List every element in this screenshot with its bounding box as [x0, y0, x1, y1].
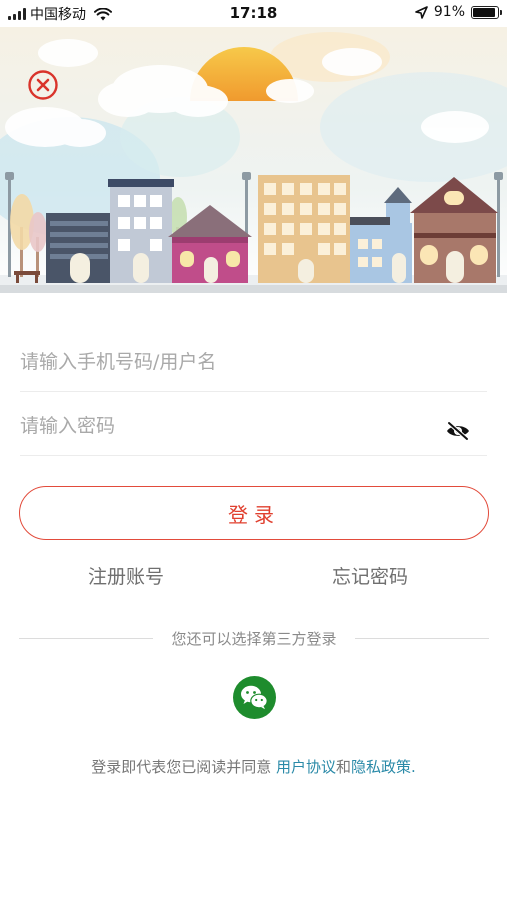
- status-right: 91%: [415, 4, 502, 20]
- location-arrow-icon: [415, 5, 428, 19]
- username-field-row: [20, 332, 487, 392]
- close-circle-icon[interactable]: [27, 69, 59, 101]
- agreement-suffix: .: [411, 758, 416, 776]
- user-agreement-link[interactable]: 用户协议: [276, 758, 336, 776]
- town-illustration: [0, 27, 507, 293]
- forgot-password-link[interactable]: 忘记密码: [332, 562, 408, 589]
- status-bar: 中国移动 17:18 91%: [0, 0, 507, 27]
- third-party-divider: 您还可以选择第三方登录: [19, 628, 489, 648]
- agreement-prefix: 登录即代表您已阅读并同意: [91, 758, 276, 776]
- divider-line-right: [355, 638, 489, 639]
- eye-off-icon[interactable]: [445, 420, 471, 442]
- wechat-login-button[interactable]: [233, 676, 276, 719]
- agreement-and: 和: [335, 758, 351, 776]
- battery-icon: [471, 5, 502, 19]
- password-field-row: [20, 396, 487, 456]
- login-button[interactable]: 登录: [19, 486, 489, 540]
- battery-percent: 91%: [433, 4, 465, 20]
- username-input[interactable]: [20, 332, 487, 391]
- banner-illustration: [0, 27, 507, 293]
- password-input[interactable]: [20, 396, 487, 455]
- agreement-text: 登录即代表您已阅读并同意 用户协议和隐私政策.: [0, 756, 507, 777]
- battery-fill: [473, 7, 495, 17]
- wechat-icon: [241, 685, 268, 710]
- privacy-policy-link[interactable]: 隐私政策: [351, 758, 411, 776]
- register-link[interactable]: 注册账号: [88, 562, 164, 589]
